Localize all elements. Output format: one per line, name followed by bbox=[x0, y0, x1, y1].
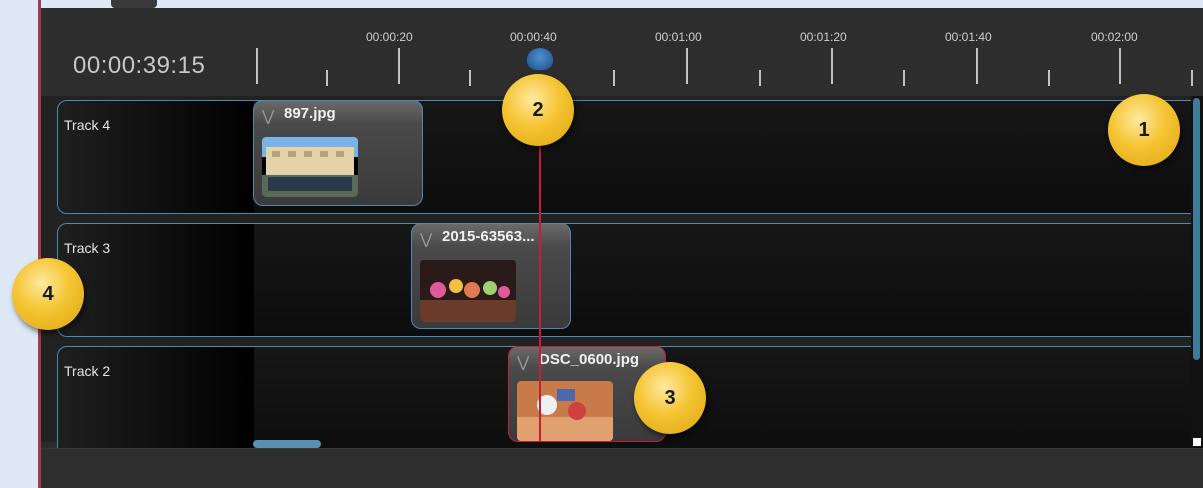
timeline-editor: 00:00:39:15 00:00:20 00:00:40 00:01:00 0… bbox=[41, 0, 1203, 488]
top-edge bbox=[41, 0, 1203, 8]
ruler-label: 00:01:40 bbox=[945, 30, 992, 44]
timeline-ruler[interactable]: 00:00:39:15 00:00:20 00:00:40 00:01:00 0… bbox=[41, 8, 1203, 96]
ruler-tick bbox=[469, 70, 471, 86]
ruler-label: 00:01:00 bbox=[655, 30, 702, 44]
ruler-tick bbox=[903, 70, 905, 86]
clip-name: DSC_0600.jpg bbox=[539, 351, 640, 368]
ruler-label: 00:01:20 bbox=[800, 30, 847, 44]
chevron-down-icon[interactable]: ⋁ bbox=[517, 353, 529, 371]
track-header[interactable]: Track 2 bbox=[58, 347, 254, 459]
clip-thumbnail bbox=[262, 137, 358, 197]
ruler-label: 00:00:40 bbox=[510, 30, 557, 44]
panel-tab bbox=[111, 0, 157, 8]
track-label: Track 2 bbox=[64, 363, 111, 379]
ruler-tick bbox=[256, 48, 258, 84]
callout-badge-2: 2 bbox=[502, 74, 574, 146]
track-area: Track 4 Track 3 Track 2 ⋁ 897.jpg ⋁ 2015… bbox=[41, 96, 1203, 460]
callout-badge-3: 3 bbox=[634, 362, 706, 434]
horizontal-scrollbar-thumb[interactable] bbox=[253, 440, 321, 448]
scrollbar-corner bbox=[1193, 438, 1201, 446]
playhead-line[interactable] bbox=[539, 120, 541, 442]
track-3[interactable]: Track 3 bbox=[57, 223, 1203, 337]
track-header[interactable]: Track 4 bbox=[58, 101, 254, 213]
track-label: Track 4 bbox=[64, 117, 111, 133]
clip-thumbnail bbox=[517, 381, 613, 441]
ruler-tick bbox=[759, 70, 761, 86]
callout-badge-1: 1 bbox=[1108, 94, 1180, 166]
chevron-down-icon[interactable]: ⋁ bbox=[420, 230, 432, 248]
playhead-handle[interactable] bbox=[527, 48, 553, 70]
ruler-tick bbox=[326, 70, 328, 86]
bottom-panel bbox=[41, 448, 1203, 488]
track-4[interactable]: Track 4 bbox=[57, 100, 1203, 214]
page-margin bbox=[0, 0, 40, 488]
ruler-label: 00:02:00 bbox=[1091, 30, 1138, 44]
current-time-readout: 00:00:39:15 bbox=[73, 52, 206, 79]
track-label: Track 3 bbox=[64, 240, 111, 256]
ruler-tick bbox=[1119, 48, 1121, 84]
clip-name: 897.jpg bbox=[284, 105, 336, 122]
ruler-tick bbox=[1191, 70, 1193, 86]
callout-badge-4: 4 bbox=[12, 258, 84, 330]
clip-2015-63563[interactable]: ⋁ 2015-63563... bbox=[411, 223, 571, 329]
clip-name: 2015-63563... bbox=[442, 228, 535, 245]
clip-thumbnail bbox=[420, 260, 516, 322]
ruler-tick bbox=[686, 48, 688, 84]
ruler-tick bbox=[1048, 70, 1050, 86]
ruler-label: 00:00:20 bbox=[366, 30, 413, 44]
chevron-down-icon[interactable]: ⋁ bbox=[262, 107, 274, 125]
vertical-scrollbar-thumb[interactable] bbox=[1193, 98, 1200, 360]
ruler-tick bbox=[831, 48, 833, 84]
clip-897[interactable]: ⋁ 897.jpg bbox=[253, 100, 423, 206]
ruler-tick bbox=[398, 48, 400, 84]
ruler-tick bbox=[976, 48, 978, 84]
ruler-tick bbox=[613, 70, 615, 86]
track-header[interactable]: Track 3 bbox=[58, 224, 254, 336]
